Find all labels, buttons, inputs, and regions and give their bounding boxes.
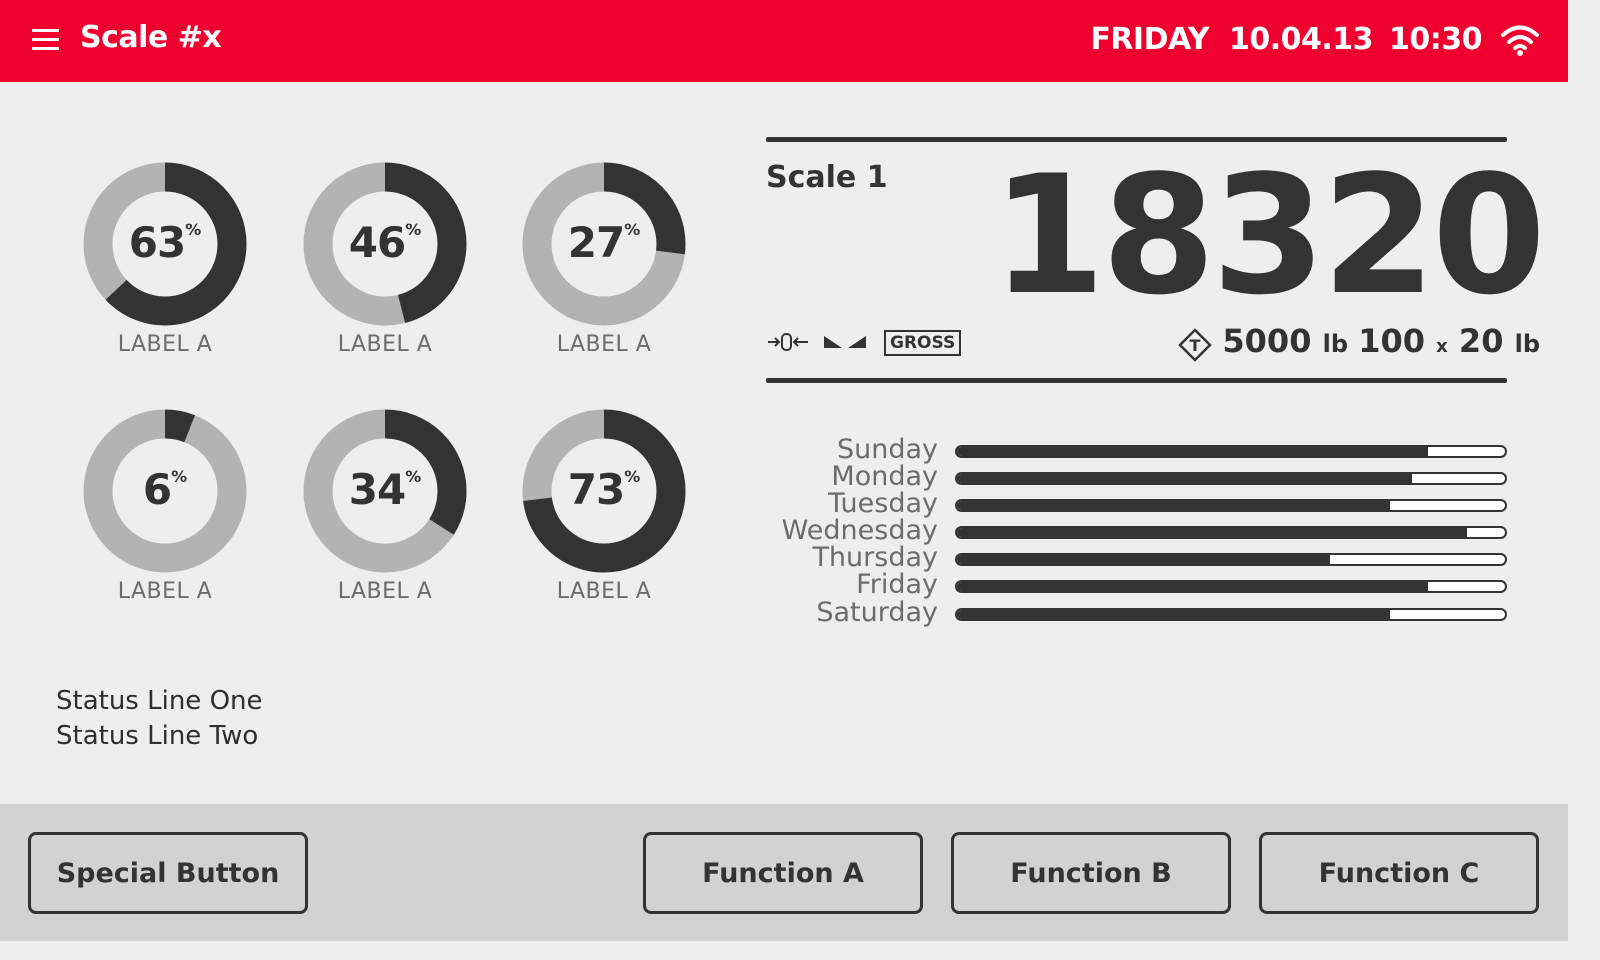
gauge-value: 63% [128,218,202,267]
weekday-bar-track [955,553,1507,566]
wifi-icon[interactable] [1500,22,1540,58]
weekday-bar-fill [957,582,1429,591]
scale-name: Scale 1 [766,160,888,195]
weekday-label: Saturday [816,597,938,628]
stable-weight-icon [824,336,866,348]
weekday-bar-fill [957,474,1412,483]
weekday-bar-track [955,526,1507,539]
gauge-value: 6% [142,465,188,514]
svg-text:T: T [1190,336,1201,355]
gauge-2: 46% LABEL A [303,162,467,372]
gauge-label: LABEL A [556,332,652,357]
gauge-value: 34% [348,465,422,514]
gauge-label: LABEL A [556,579,652,604]
special-button[interactable]: Special Button [28,832,308,914]
status-line-two: Status Line Two [56,721,259,751]
gauge-label: LABEL A [337,579,433,604]
weekday-label: Friday [856,569,938,600]
weekday-bar-fill [957,528,1467,537]
weekday-bar-track [955,580,1507,593]
weekday-bar-fill [957,610,1390,619]
bottom-bar: Special Button Function A Function B Fun… [0,804,1568,941]
weekday-bar-track [955,499,1507,512]
max-capacity: 5000 lb [1222,322,1348,360]
weekday-bar-fill [957,501,1390,510]
function-a-button[interactable]: Function A [643,832,923,914]
gauge-6: 73% LABEL A [522,409,686,619]
status-line-one: Status Line One [56,686,263,716]
gauge-4: 6% LABEL A [83,409,247,619]
time: 10:30 [1389,22,1483,57]
app-title: Scale #x [80,20,222,55]
gauge-value: 73% [567,465,641,514]
gauge-3: 27% LABEL A [522,162,686,372]
weekday-bar-track [955,472,1507,485]
scale-division: 100 x 20 lb [1358,322,1540,360]
weight-display: 18320 [991,140,1546,331]
hamburger-menu-icon[interactable] [32,29,59,51]
top-bar: Scale #x FRIDAY 10.04.13 10:30 [0,0,1568,82]
weekday-bar-track [955,608,1507,621]
day-of-week: FRIDAY [1090,22,1210,57]
weekday-bar-row: Saturday [760,597,1508,630]
divider-bottom [766,378,1507,383]
gauge-value: 46% [348,218,422,267]
weekday-bar-fill [957,447,1429,456]
gauge-value: 27% [567,218,641,267]
gauge-label: LABEL A [117,332,213,357]
status-area: Status Line One Status Line Two [56,684,263,754]
weekday-bar-track [955,445,1507,458]
weekday-bar-fill [957,555,1330,564]
date: 10.04.13 [1228,22,1374,57]
date-time: FRIDAY 10.04.13 10:30 [1090,22,1482,57]
gauge-label: LABEL A [117,579,213,604]
gauge-1: 63% LABEL A [83,162,247,372]
function-b-button[interactable]: Function B [951,832,1231,914]
gross-badge: GROSS [884,330,962,356]
tare-diamond-icon: T [1178,328,1212,362]
function-c-button[interactable]: Function C [1259,832,1539,914]
gauge-5: 34% LABEL A [303,409,467,619]
gauge-label: LABEL A [337,332,433,357]
center-of-zero-icon [768,333,808,351]
